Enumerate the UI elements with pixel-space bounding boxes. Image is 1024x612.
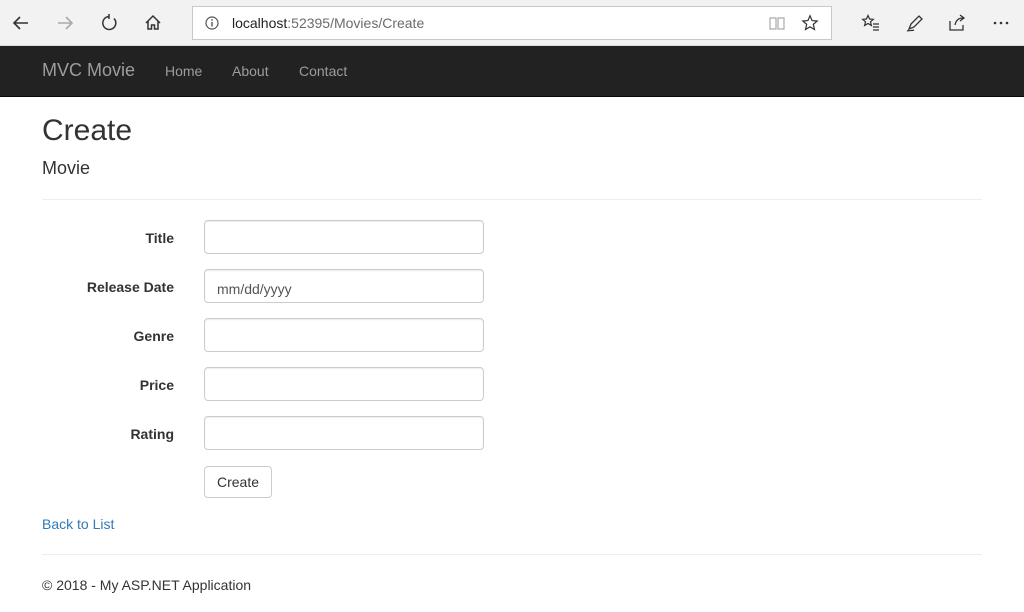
reading-view-icon[interactable] bbox=[768, 14, 786, 37]
url-path: :52395/Movies/Create bbox=[287, 15, 425, 31]
more-options-icon[interactable] bbox=[986, 8, 1016, 38]
favorites-hub-icon[interactable] bbox=[856, 8, 886, 38]
release-date-label: Release Date bbox=[86, 279, 174, 295]
create-button[interactable]: Create bbox=[204, 466, 272, 498]
genre-input[interactable] bbox=[204, 318, 484, 352]
pen-notes-icon[interactable] bbox=[900, 8, 930, 38]
nav-contact-link[interactable]: Contact bbox=[299, 63, 347, 79]
address-bar[interactable]: localhost:52395/Movies/Create bbox=[192, 6, 832, 40]
divider bbox=[42, 199, 982, 200]
site-navbar: MVC Movie Home About Contact bbox=[0, 46, 1024, 97]
back-icon[interactable] bbox=[6, 8, 36, 38]
back-to-list-link[interactable]: Back to List bbox=[42, 516, 114, 532]
page-title: Create bbox=[42, 114, 133, 147]
home-icon[interactable] bbox=[138, 8, 168, 38]
share-icon[interactable] bbox=[942, 8, 972, 38]
nav-about-link[interactable]: About bbox=[232, 63, 269, 79]
footer-divider bbox=[42, 554, 982, 555]
footer-copyright: © 2018 - My ASP.NET Application bbox=[42, 577, 252, 593]
rating-input[interactable] bbox=[204, 416, 484, 450]
url-text[interactable]: localhost:52395/Movies/Create bbox=[232, 15, 424, 31]
site-info-icon[interactable] bbox=[205, 16, 219, 35]
nav-home-link[interactable]: Home bbox=[165, 63, 202, 79]
browser-toolbar: localhost:52395/Movies/Create bbox=[0, 0, 1024, 46]
price-label: Price bbox=[139, 377, 174, 393]
refresh-icon[interactable] bbox=[94, 8, 124, 38]
forward-icon[interactable] bbox=[50, 8, 80, 38]
page-subtitle: Movie bbox=[42, 158, 91, 178]
rating-label: Rating bbox=[130, 426, 174, 442]
favorite-star-icon[interactable] bbox=[801, 14, 819, 37]
url-host: localhost bbox=[232, 15, 288, 31]
release-date-input[interactable] bbox=[204, 269, 484, 303]
title-label: Title bbox=[145, 230, 174, 246]
genre-label: Genre bbox=[133, 328, 174, 344]
price-input[interactable] bbox=[204, 367, 484, 401]
brand-link[interactable]: MVC Movie bbox=[42, 60, 135, 81]
title-input[interactable] bbox=[204, 220, 484, 254]
